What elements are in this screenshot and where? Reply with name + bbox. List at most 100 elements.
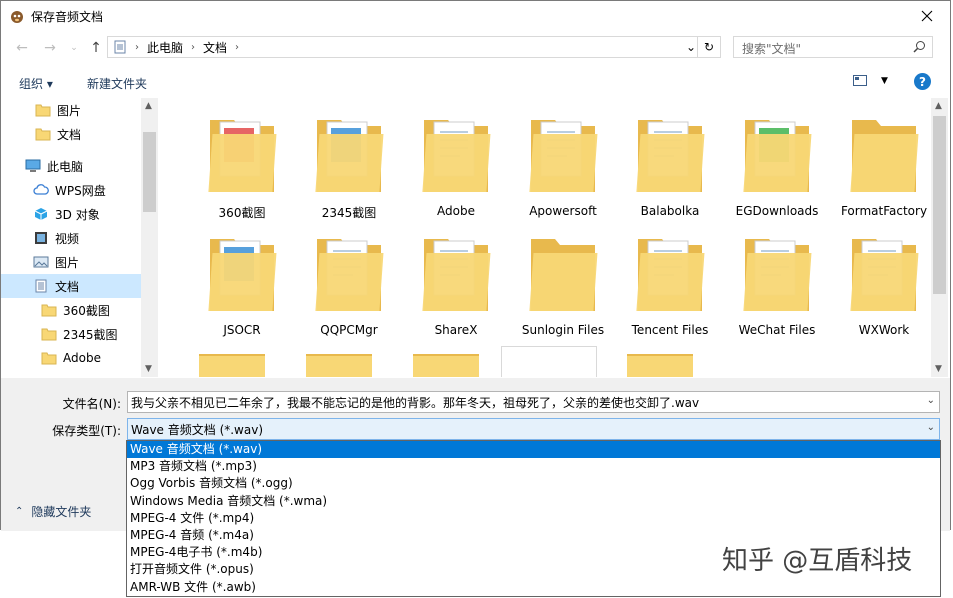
content-scrollbar[interactable]: ▲ ▼	[931, 98, 948, 377]
folder-item[interactable]: WXWork	[834, 231, 931, 345]
folder-item[interactable]: JSOCR	[192, 231, 292, 345]
folder-item[interactable]: QQPCMgr	[299, 231, 399, 345]
sidebar-item-label: WPS网盘	[55, 183, 106, 198]
folder-item[interactable]: Adobe	[406, 112, 506, 226]
view-options-button[interactable]: ▼	[853, 75, 888, 86]
sidebar-item-videos[interactable]: 视频	[1, 226, 159, 250]
chevron-down-icon[interactable]: ⌄	[927, 395, 935, 406]
address-bar[interactable]: › 此电脑 › 文档 › ⌄ ↻	[107, 36, 721, 58]
recent-locations-button[interactable]: ⌄	[65, 39, 83, 57]
sidebar-item-adobe[interactable]: Adobe	[1, 346, 159, 370]
folder-item[interactable]: Apowersoft	[513, 112, 613, 226]
scroll-down-icon[interactable]: ▼	[145, 364, 152, 374]
folder-icon	[636, 120, 705, 192]
scroll-up-icon[interactable]: ▲	[145, 101, 152, 111]
folder-icon	[422, 120, 491, 192]
folder-item[interactable]: WeChat Files	[727, 231, 827, 345]
scroll-up-icon[interactable]: ▲	[935, 101, 942, 111]
folder-label: 360截图	[218, 206, 266, 220]
video-icon	[35, 232, 47, 244]
sidebar-item-pictures[interactable]: 图片	[1, 250, 159, 274]
cloud-icon	[33, 184, 49, 195]
folder-label: Balabolka	[640, 204, 700, 218]
navigation-bar: ← → ⌄ ↑ › 此电脑 › 文档 › ⌄ ↻ 搜索"文档"	[1, 33, 950, 63]
help-button[interactable]: ?	[914, 73, 931, 90]
chevron-down-icon: ⌄	[70, 43, 78, 53]
sidebar-item-label: 图片	[57, 103, 82, 118]
forward-button[interactable]: →	[41, 39, 59, 57]
folder-icon	[529, 120, 598, 192]
sidebar-item-label: Adobe	[63, 351, 101, 365]
breadcrumb-documents[interactable]: 文档	[203, 39, 227, 56]
sidebar-item-label: 文档	[55, 279, 80, 294]
address-dropdown-icon[interactable]: ⌄	[686, 40, 696, 54]
sidebar-item-label: 3D 对象	[55, 207, 100, 222]
filetype-option[interactable]: AMR-WB 文件 (*.awb)	[127, 579, 940, 596]
folder-label: FormatFactory	[840, 204, 928, 218]
sidebar-item-360-screenshots[interactable]: 360截图	[1, 298, 159, 322]
sidebar-scrollbar[interactable]: ▲ ▼	[141, 98, 158, 377]
folder-item-partial[interactable]	[627, 354, 693, 377]
folder-item[interactable]: EGDownloads	[727, 112, 827, 226]
app-icon	[11, 11, 23, 23]
sidebar-item-this-pc[interactable]: 此电脑	[1, 154, 159, 178]
sidebar-item-3d-objects[interactable]: 3D 对象	[1, 202, 159, 226]
search-box[interactable]: 搜索"文档"	[733, 36, 933, 58]
folder-label: Apowersoft	[529, 204, 597, 218]
folder-item-partial[interactable]	[413, 354, 479, 377]
organize-button[interactable]: 组织 ▾	[19, 75, 53, 92]
file-list: 360截图 2345截图 Adobe Apowersoft Balabolka	[159, 98, 931, 377]
back-button[interactable]: ←	[13, 39, 31, 57]
chevron-down-icon: ▼	[881, 75, 888, 86]
scrollbar-thumb[interactable]	[143, 132, 156, 212]
scroll-down-icon[interactable]: ▼	[935, 364, 942, 374]
folder-label: WXWork	[858, 323, 910, 337]
folder-label: EGDownloads	[735, 204, 819, 218]
search-icon	[913, 41, 925, 53]
folder-item-partial[interactable]	[306, 354, 372, 377]
folder-icon	[35, 128, 51, 141]
sidebar-item-wps-cloud[interactable]: WPS网盘	[1, 178, 159, 202]
refresh-button[interactable]: ↻	[697, 37, 720, 57]
folder-item[interactable]: Sunlogin Files	[513, 231, 613, 345]
folder-item[interactable]: 360截图	[192, 112, 292, 226]
filename-field[interactable]: 我与父亲不相见已二年余了，我最不能忘记的是他的背影。那年冬天，祖母死了，父亲的差…	[127, 391, 940, 413]
folder-icon	[41, 304, 57, 317]
filetype-label: 保存类型(T):	[52, 424, 121, 438]
sidebar-item-pictures-quick[interactable]: 图片	[1, 98, 159, 122]
folder-icon	[315, 239, 384, 311]
hide-folders-button[interactable]: ⌃ 隐藏文件夹	[15, 503, 91, 520]
folder-icon	[529, 239, 598, 311]
sidebar-item-label: 文档	[57, 127, 82, 142]
filetype-option[interactable]: Ogg Vorbis 音频文档 (*.ogg)	[127, 475, 940, 492]
sidebar-item-documents[interactable]: 文档	[1, 274, 141, 298]
sidebar-item-documents-quick[interactable]: 文档	[1, 122, 159, 146]
folder-item[interactable]: Balabolka	[620, 112, 720, 226]
folder-item-partial[interactable]	[199, 354, 265, 377]
folder-item-partial[interactable]	[501, 346, 597, 377]
folder-item[interactable]: 2345截图	[299, 112, 399, 226]
folder-label: QQPCMgr	[320, 323, 378, 337]
sidebar-item-2345-screenshots[interactable]: 2345截图	[1, 322, 159, 346]
folder-item[interactable]: Tencent Files	[620, 231, 720, 345]
folder-icon	[35, 104, 51, 117]
cube-icon	[34, 208, 48, 220]
refresh-icon: ↻	[703, 40, 715, 54]
filetype-select[interactable]: Wave 音频文档 (*.wav) ⌄	[127, 418, 940, 440]
filetype-option[interactable]: MPEG-4 文件 (*.mp4)	[127, 510, 940, 527]
folder-label: Tencent Files	[631, 323, 709, 337]
filetype-option[interactable]: Wave 音频文档 (*.wav)	[127, 441, 940, 459]
sidebar-item-label: 360截图	[63, 303, 110, 318]
scrollbar-thumb[interactable]	[933, 116, 946, 294]
new-folder-button[interactable]: 新建文件夹	[87, 75, 147, 92]
filetype-option[interactable]: MP3 音频文档 (*.mp3)	[127, 458, 940, 475]
folder-item[interactable]: ShareX	[406, 231, 506, 345]
filetype-option[interactable]: Windows Media 音频文档 (*.wma)	[127, 493, 940, 510]
breadcrumb-this-pc[interactable]: 此电脑	[147, 39, 183, 56]
close-button[interactable]	[904, 1, 950, 31]
folder-item[interactable]: FormatFactory	[834, 112, 931, 226]
sidebar-item-label: 视频	[55, 231, 80, 246]
up-button[interactable]: ↑	[87, 39, 105, 57]
folder-icon	[850, 120, 919, 192]
folder-label: 2345截图	[321, 206, 377, 220]
